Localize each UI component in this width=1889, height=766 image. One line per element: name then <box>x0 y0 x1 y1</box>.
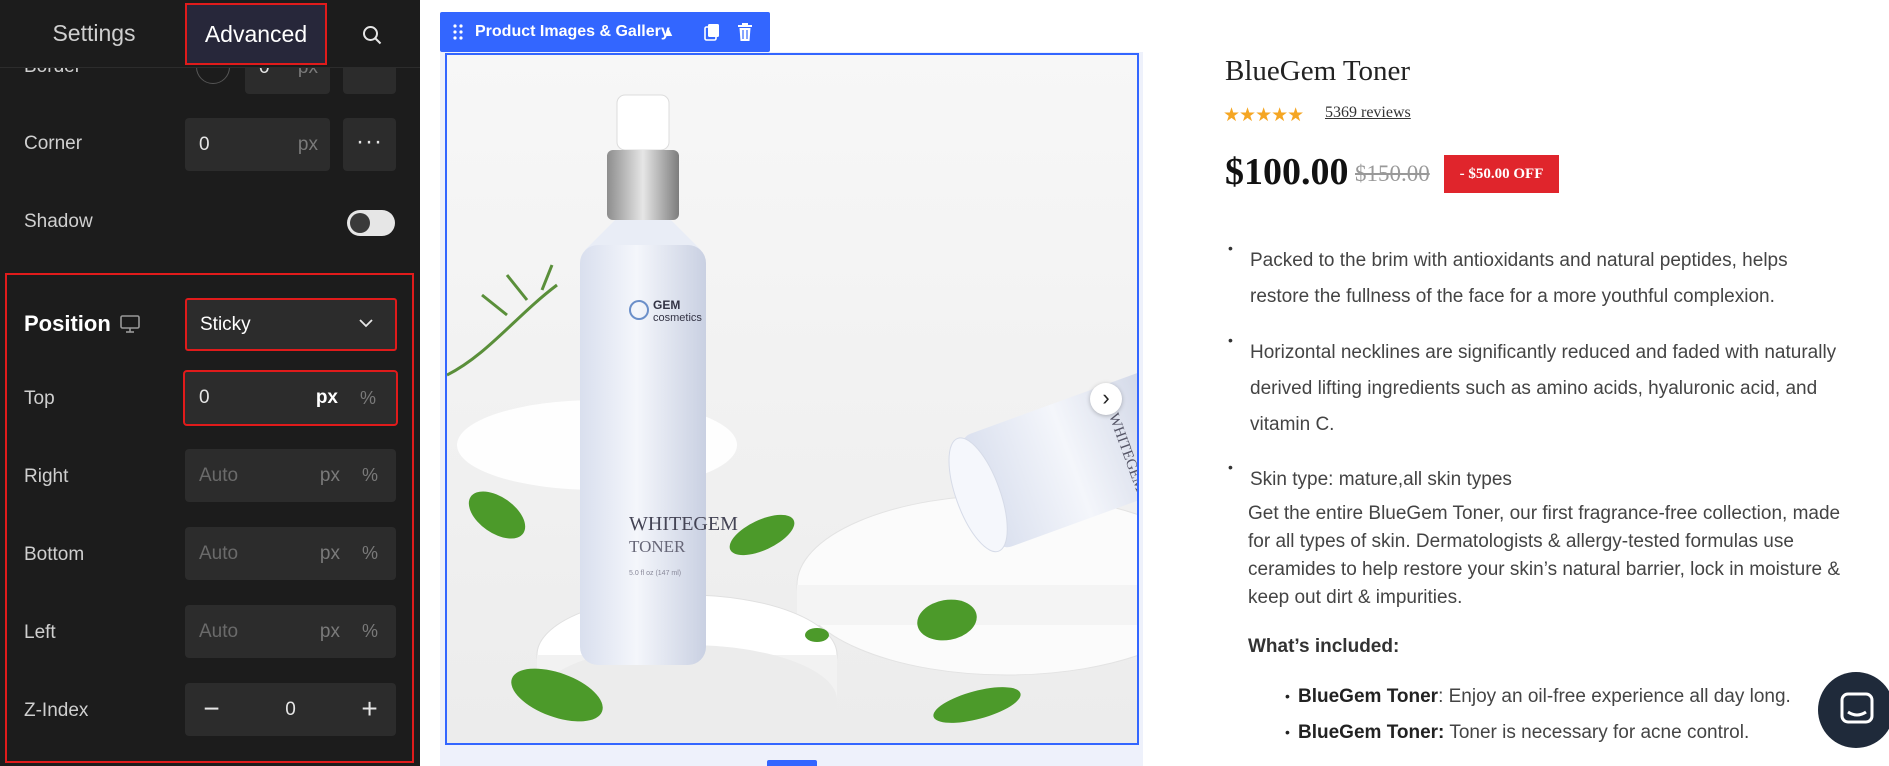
list-dot: • <box>1285 724 1290 740</box>
top-input[interactable]: 0 px % <box>183 370 398 426</box>
trash-icon[interactable] <box>736 22 754 47</box>
compare-at-price: $150.00 <box>1355 161 1430 186</box>
corner-input[interactable]: 0 px <box>185 118 330 171</box>
toolbar-title[interactable]: Product Images & Gallery <box>475 12 670 52</box>
corner-more-button[interactable]: ··· <box>343 118 396 171</box>
bottom-label: Bottom <box>24 544 85 565</box>
bottom-unit-px[interactable]: px <box>320 527 340 580</box>
included-heading: What’s included: <box>1248 636 1400 657</box>
position-select-value: Sticky <box>200 314 251 335</box>
duplicate-icon[interactable] <box>702 22 722 47</box>
chevron-down-icon <box>357 314 375 337</box>
bullet-dot: • <box>1228 332 1233 348</box>
chat-launcher-button[interactable] <box>1818 672 1889 748</box>
tab-settings[interactable]: Settings <box>24 0 164 67</box>
svg-text:TONER: TONER <box>629 537 686 556</box>
list-item-text: : Enjoy an oil-free experience all day l… <box>1438 686 1791 707</box>
product-image[interactable]: GEM cosmetics WHITEGEM TONER 5.0 fl oz (… <box>445 53 1139 745</box>
shadow-toggle[interactable] <box>347 210 395 236</box>
right-label: Right <box>24 466 69 487</box>
right-unit-percent[interactable]: % <box>362 449 378 502</box>
desktop-icon[interactable] <box>119 314 141 339</box>
zindex-label: Z-Index <box>24 700 89 721</box>
drag-handle-icon[interactable] <box>452 22 464 47</box>
left-unit-percent[interactable]: % <box>362 605 378 658</box>
minus-icon[interactable]: − <box>185 683 238 736</box>
bullet-dot: • <box>1228 459 1233 475</box>
top-unit-percent[interactable]: % <box>360 372 376 424</box>
top-value: 0 <box>199 387 210 408</box>
svg-text:5.0 fl oz (147 ml): 5.0 fl oz (147 ml) <box>629 570 681 577</box>
bottom-input[interactable]: Auto px % <box>185 527 396 580</box>
next-slide-button[interactable]: › <box>1090 383 1122 415</box>
svg-text:WHITEGEM: WHITEGEM <box>629 513 738 535</box>
svg-text:cosmetics: cosmetics <box>653 312 702 324</box>
left-placeholder: Auto <box>199 621 239 642</box>
search-icon[interactable] <box>352 0 392 67</box>
settings-panel: Border 0 px ··· Corner 0 px ··· Shadow P… <box>0 0 420 766</box>
chat-icon <box>1840 692 1874 724</box>
bottom-unit-percent[interactable]: % <box>362 527 378 580</box>
corner-unit: px <box>297 134 318 155</box>
caret-up-icon[interactable]: ▲ <box>662 12 675 52</box>
right-input[interactable]: Auto px % <box>185 449 396 502</box>
zindex-stepper[interactable]: − 0 + <box>185 683 396 736</box>
bottom-placeholder: Auto <box>199 543 239 564</box>
toggle-knob <box>350 213 370 233</box>
position-label: Position <box>24 311 111 336</box>
list-item-text: Toner is necessary for acne control. <box>1444 722 1750 743</box>
list-dot: • <box>1285 688 1290 704</box>
bullet-text: Skin type: mature,all skin types <box>1250 469 1512 490</box>
left-label: Left <box>24 622 56 643</box>
svg-text:GEM: GEM <box>653 298 680 312</box>
product-description: Get the entire BlueGem Toner, our first … <box>1248 503 1841 608</box>
tab-advanced[interactable]: Advanced <box>185 3 327 65</box>
right-unit-px[interactable]: px <box>320 449 340 502</box>
panel-tabs: Settings Advanced <box>0 0 420 68</box>
bullet-dot: • <box>1228 240 1233 256</box>
bullet-text: Packed to the brim with antioxidants and… <box>1250 250 1788 307</box>
zindex-value[interactable]: 0 <box>238 683 343 736</box>
list-item: BlueGem Toner: Toner is necessary for ac… <box>1298 722 1749 744</box>
price: $100.00 <box>1225 151 1349 193</box>
position-select[interactable]: Sticky <box>185 298 397 351</box>
product-photo: GEM cosmetics WHITEGEM TONER 5.0 fl oz (… <box>447 55 1137 743</box>
right-placeholder: Auto <box>199 465 239 486</box>
list-item-name: BlueGem Toner: <box>1298 722 1445 743</box>
left-unit-px[interactable]: px <box>320 605 340 658</box>
rating-stars: ★★★★★ <box>1223 105 1304 126</box>
list-item-name: BlueGem Toner <box>1298 686 1439 707</box>
list-item: BlueGem Toner: Enjoy an oil-free experie… <box>1298 686 1791 708</box>
resize-handle[interactable] <box>767 760 817 766</box>
discount-badge: - $50.00 OFF <box>1444 155 1559 193</box>
corner-label: Corner <box>24 133 83 154</box>
top-label: Top <box>24 388 55 409</box>
element-toolbar: Product Images & Gallery ▲ <box>440 12 770 52</box>
left-input[interactable]: Auto px % <box>185 605 396 658</box>
reviews-link[interactable]: 5369 reviews <box>1325 104 1411 122</box>
bullet-text: Horizontal necklines are significantly r… <box>1250 342 1837 435</box>
top-unit-px[interactable]: px <box>316 372 338 424</box>
plus-icon[interactable]: + <box>343 683 396 736</box>
product-title: BlueGem Toner <box>1225 55 1411 87</box>
shadow-label: Shadow <box>24 211 93 232</box>
corner-value: 0 <box>199 134 210 155</box>
